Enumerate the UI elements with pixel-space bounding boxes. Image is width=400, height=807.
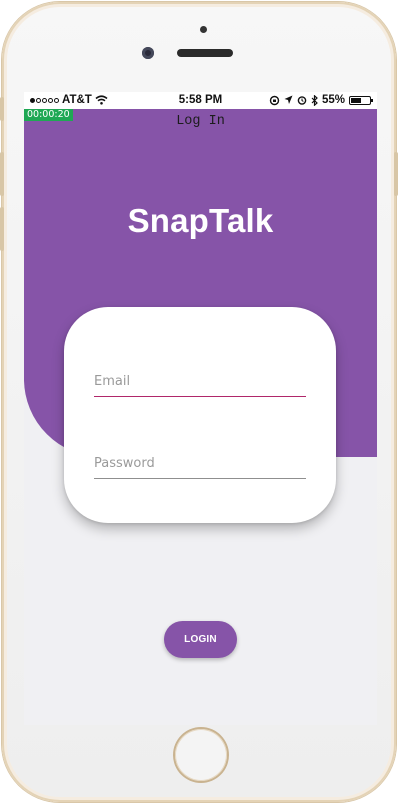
login-card [64, 307, 336, 523]
volume-up-button [0, 152, 4, 196]
battery-icon [349, 95, 373, 105]
proximity-sensor [200, 26, 207, 33]
bluetooth-icon [311, 94, 318, 106]
location-arrow-icon [284, 95, 293, 104]
status-bar: AT&T 5:58 PM 55% [24, 92, 377, 109]
email-field[interactable] [94, 367, 306, 397]
front-camera [142, 47, 154, 59]
volume-down-button [0, 207, 4, 251]
alarm-icon [297, 96, 307, 105]
battery-percent: 55% [321, 94, 345, 106]
login-button[interactable]: LOGIN [164, 621, 237, 658]
page-title: Log In [176, 114, 225, 129]
mute-switch [0, 97, 4, 121]
earpiece-speaker [177, 49, 233, 57]
power-button [394, 152, 398, 196]
screen-lock-icon [269, 95, 280, 105]
app-screen: AT&T 5:58 PM 55% 00:00:20 Log In SnapTal… [24, 92, 377, 725]
status-right: 55% [269, 94, 373, 106]
app-name: SnapTalk [127, 202, 274, 239]
battery-level-fill [351, 97, 361, 103]
home-button[interactable] [175, 729, 227, 781]
recording-timer: 00:00:20 [24, 109, 73, 121]
password-field[interactable] [94, 449, 306, 479]
